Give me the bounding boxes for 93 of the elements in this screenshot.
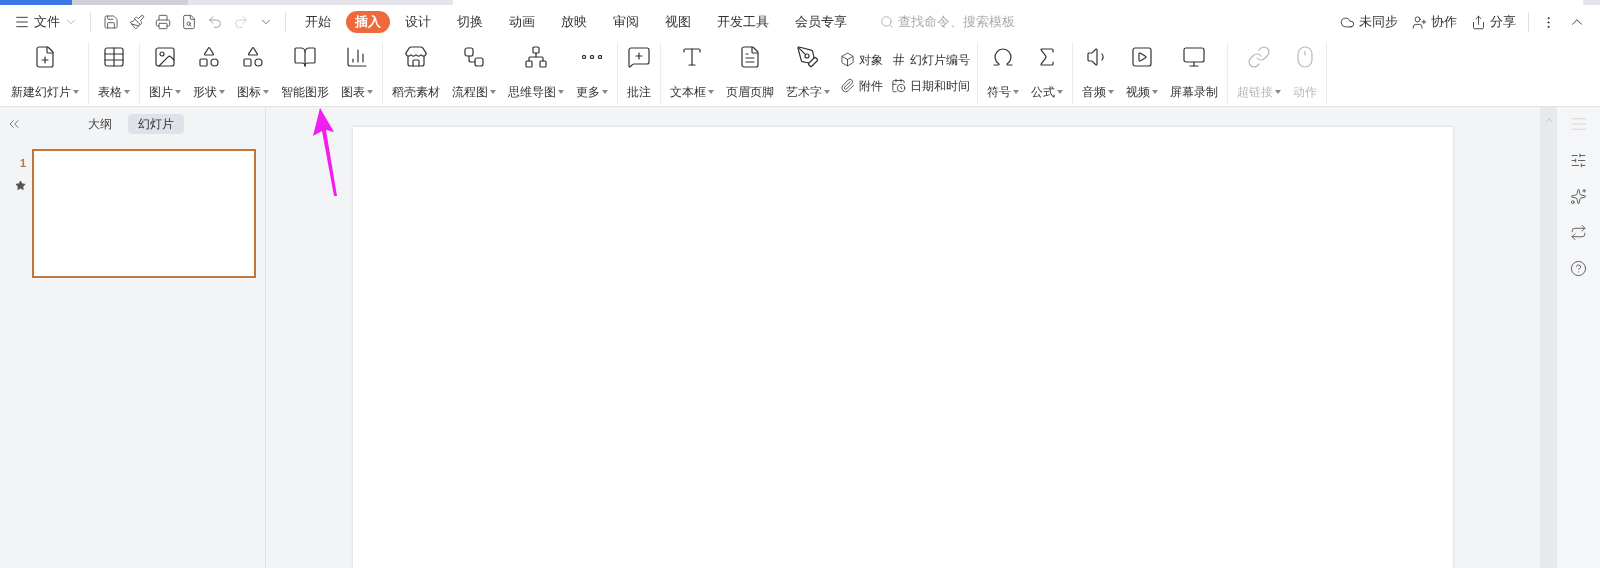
ribbon-button[interactable]: 对象 [836, 48, 887, 71]
file-plus-icon [33, 44, 57, 69]
ribbon-button[interactable]: 批注 [621, 44, 657, 101]
caret-icon [708, 89, 714, 94]
caret-icon [558, 89, 564, 94]
caret-icon [1152, 89, 1158, 94]
caret-icon [263, 89, 269, 94]
add-user-icon [1412, 14, 1427, 30]
ribbon-button[interactable]: 形状 [187, 44, 231, 101]
sliders-icon[interactable] [1570, 152, 1587, 169]
cube-icon [840, 52, 855, 67]
ribbon-button[interactable]: 思维导图 [502, 44, 570, 101]
caret-icon [124, 89, 130, 94]
caret-icon [1275, 89, 1281, 94]
search-field[interactable]: 查找命令、搜索模板 [880, 12, 1038, 32]
caret-icon [490, 89, 496, 94]
ribbon-button[interactable]: 符号 [981, 44, 1025, 101]
ribbon-tab[interactable]: 开始 [294, 11, 342, 33]
ribbon-tab[interactable]: 放映 [550, 11, 598, 33]
search-icon [880, 15, 894, 29]
repeat-icon[interactable] [1570, 224, 1587, 241]
ribbon-tab[interactable]: 审阅 [602, 11, 650, 33]
ribbon-button[interactable]: 艺术字 [780, 44, 836, 101]
toolbar-button[interactable]: 未同步 [1340, 12, 1398, 32]
caret-icon [73, 89, 79, 94]
ribbon-tab[interactable]: 会员专享 [784, 11, 858, 33]
book-icon [293, 44, 317, 69]
caret-icon [1057, 89, 1063, 94]
ribbon-button[interactable]: 更多 [570, 44, 614, 101]
ribbon-button[interactable]: 幻灯片编号 [887, 48, 974, 71]
ribbon-button[interactable]: 图标 [231, 44, 275, 101]
video-icon [1130, 44, 1154, 69]
ribbon-tab[interactable]: 视图 [654, 11, 702, 33]
link-icon [1247, 44, 1271, 69]
caret-icon [175, 89, 181, 94]
ribbon-tab[interactable]: 动画 [498, 11, 546, 33]
file-menu[interactable]: 文件 [14, 12, 86, 32]
preview-icon[interactable] [181, 14, 197, 30]
caret-icon [367, 89, 373, 94]
panel-tab[interactable]: 大纲 [77, 114, 122, 134]
table-icon [102, 44, 126, 69]
ribbon-button[interactable]: 视频 [1120, 44, 1164, 101]
caret-icon [602, 89, 608, 94]
ribbon-button[interactable]: 日期和时间 [887, 74, 974, 97]
ribbon-button[interactable]: 附件 [836, 74, 887, 97]
calendar-icon [891, 78, 906, 93]
undo-icon[interactable] [207, 14, 223, 30]
store-icon [404, 44, 428, 69]
hash-icon [891, 52, 906, 67]
three-dots-icon [582, 54, 602, 59]
caret-icon [824, 89, 830, 94]
ribbon-button[interactable]: 智能图形 [275, 44, 335, 101]
comment-icon [627, 44, 651, 69]
ribbon-button[interactable]: 表格 [92, 44, 136, 101]
sparkle-icon[interactable] [1570, 188, 1587, 205]
monitor-icon [1182, 44, 1206, 69]
shapes-icon [197, 44, 221, 69]
slide-number: 1 [19, 156, 26, 171]
document-icon [738, 44, 762, 69]
print-icon[interactable] [155, 14, 171, 30]
save-icon[interactable] [103, 14, 119, 30]
ribbon-tab[interactable]: 设计 [394, 11, 442, 33]
cloud-icon [1340, 14, 1355, 30]
network-icon [524, 44, 548, 69]
toolbar-button[interactable]: 分享 [1471, 12, 1516, 32]
brush-icon[interactable] [129, 14, 145, 30]
workflow-icon [462, 44, 486, 69]
ribbon-tab[interactable]: 开发工具 [706, 11, 780, 33]
help-icon[interactable] [1570, 260, 1587, 277]
image-icon [153, 44, 177, 69]
pen-icon [796, 44, 820, 69]
ribbon-button[interactable]: 文本框 [664, 44, 720, 101]
star-icon [15, 179, 26, 191]
ribbon-button[interactable]: 屏幕录制 [1164, 44, 1224, 101]
paperclip-icon [840, 78, 855, 93]
toolbar-button[interactable]: 协作 [1412, 12, 1457, 32]
caret-icon [1108, 89, 1114, 94]
ribbon-tab[interactable]: 切换 [446, 11, 494, 33]
ribbon-button[interactable]: 稻壳素材 [386, 44, 446, 101]
share-icon [1471, 14, 1486, 30]
menu-icon [14, 14, 30, 30]
slide-thumbnail[interactable] [32, 149, 256, 278]
shapes-icon [241, 44, 265, 69]
panel-tab[interactable]: 幻灯片 [127, 114, 184, 134]
ribbon-button[interactable]: 新建幻灯片 [5, 44, 85, 101]
ribbon-button[interactable]: 音频 [1076, 44, 1120, 101]
caret-icon [1013, 89, 1019, 94]
caret-icon [219, 89, 225, 94]
ribbon-button[interactable]: 流程图 [446, 44, 502, 101]
ribbon-button[interactable]: 图片 [143, 44, 187, 101]
ribbon-button[interactable]: 页眉页脚 [720, 44, 780, 101]
ribbon-button[interactable]: 图表 [335, 44, 379, 101]
ribbon-button[interactable]: 公式 [1025, 44, 1069, 101]
